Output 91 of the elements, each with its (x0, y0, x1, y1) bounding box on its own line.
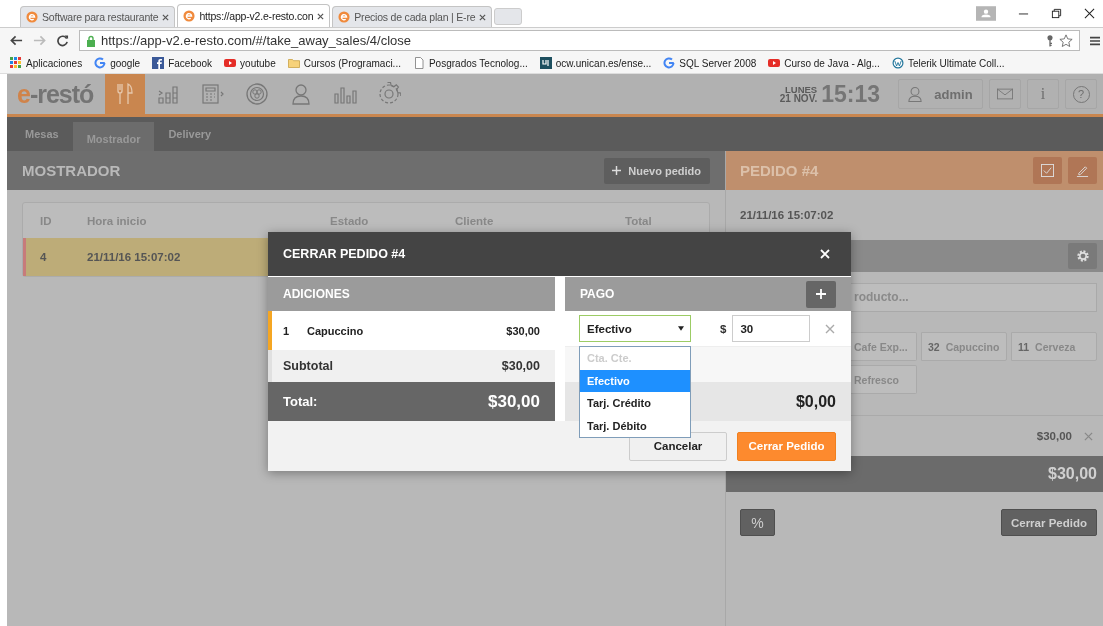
app-logo: e-restó (16, 79, 95, 109)
edit-button[interactable] (1068, 157, 1097, 184)
page-icon (412, 57, 425, 69)
close-icon[interactable] (317, 12, 325, 20)
item-name: Capuccino (307, 324, 365, 337)
close-order-button[interactable]: Cerrar Pedido (1000, 509, 1097, 536)
close-icon[interactable] (1084, 8, 1095, 19)
remove-icon[interactable] (825, 323, 836, 334)
browser-tab[interactable]: Software para restaurante (20, 6, 176, 27)
bookmark-link[interactable]: ocw.unican.es/ense... (539, 57, 652, 69)
address-field[interactable]: https://app-v2.e-resto.com/#/take_away_sales/4/close (79, 30, 1080, 51)
currency-label: $ (720, 322, 727, 335)
order-datetime: 21/11/16 15:07:02 (740, 209, 834, 221)
caret-icon (678, 326, 684, 331)
gear-icon (1075, 249, 1090, 263)
calculator-icon (201, 82, 226, 106)
settings-icon (377, 82, 402, 106)
date-label: 21 NOV. (779, 94, 818, 103)
envelope-icon (997, 88, 1013, 100)
e-logo-icon (183, 10, 196, 22)
new-order-button[interactable]: Nuevo pedido (604, 157, 710, 184)
url-text: https://app-v2.e-resto.com/#/take_away_sales/4/close (101, 33, 412, 48)
facebook-icon (152, 57, 165, 69)
panel-title: MOSTRADOR (22, 162, 121, 179)
checkbox-icon (1041, 164, 1054, 177)
bookmark-link[interactable]: youtube (224, 57, 276, 69)
restore-icon[interactable] (1051, 8, 1062, 19)
folder-icon (287, 57, 300, 69)
e-logo-icon (26, 11, 38, 23)
bookmark-link[interactable]: Telerik Ultimate Coll... (891, 57, 1005, 69)
bookmark-link[interactable]: Cursos (Programaci... (287, 57, 401, 69)
bookmark-link[interactable]: google (94, 57, 141, 69)
total-label: Total: (283, 394, 318, 409)
bookmark-link[interactable]: Curso de Java - Alg... (768, 57, 880, 69)
lock-icon (86, 34, 96, 47)
add-payment-button[interactable] (806, 280, 836, 308)
close-icon[interactable] (479, 13, 487, 21)
key-icon[interactable] (1046, 33, 1054, 48)
close-icon[interactable] (162, 13, 170, 21)
square-logo-icon (539, 57, 552, 69)
payment-method-select[interactable]: Efectivo (579, 315, 691, 342)
item-quantity: 1 (283, 324, 291, 337)
new-tab-button[interactable] (494, 8, 523, 25)
apps-grid-icon (10, 57, 22, 69)
amount-field[interactable]: 30 (732, 315, 811, 342)
discount-button[interactable]: % (740, 509, 775, 536)
nav-tab[interactable] (105, 74, 146, 114)
g-logo-icon (663, 57, 676, 69)
remove-icon[interactable] (1084, 431, 1093, 441)
settings-button[interactable] (1068, 243, 1097, 269)
subtotal-label: Subtotal (283, 359, 333, 373)
table-cell-text: 21/11/16 15:07:02 (86, 251, 181, 263)
play-icon (768, 57, 781, 69)
clock-time: 15:13 (821, 80, 880, 108)
dropdown-option[interactable]: Tarj. Crédito (580, 392, 690, 415)
profile-icon[interactable] (976, 6, 996, 21)
g-logo-icon (94, 57, 107, 69)
line-amount: $30,00 (1036, 430, 1072, 442)
play-icon (224, 57, 237, 69)
e-logo-icon (338, 11, 351, 23)
weekday-label: LUNES (784, 85, 818, 94)
section-title: PAGO (580, 287, 615, 301)
item-price: $30,00 (506, 324, 540, 337)
remaining-amount: $0,00 (795, 392, 836, 411)
person-icon (908, 86, 923, 102)
panel-title: PEDIDO #4 (740, 162, 820, 179)
total-value: $30,00 (488, 391, 540, 412)
section-title: ADICIONES (283, 287, 350, 301)
order-total: $30,00 (1048, 465, 1097, 483)
table-cell-text: 4 (39, 251, 48, 263)
bookmark-link[interactable]: SQL Server 2008 (663, 57, 757, 69)
forward-arrow-icon[interactable] (33, 34, 46, 47)
menu-icon[interactable] (1090, 34, 1100, 47)
pencil-icon (1076, 164, 1089, 177)
plus-icon (612, 166, 622, 175)
back-arrow-icon[interactable] (10, 34, 23, 47)
mail-button[interactable] (989, 79, 1021, 109)
reload-icon[interactable] (56, 34, 69, 47)
check-button[interactable] (1033, 157, 1062, 184)
dropdown-option[interactable]: Efectivo (580, 369, 690, 392)
w-logo-icon (891, 57, 904, 69)
dialog-title: CERRAR PEDIDO #4 (283, 247, 406, 261)
plus-icon (816, 289, 826, 299)
browser-tab[interactable]: Precios de cada plan | E-re (332, 6, 493, 27)
bookmark-link[interactable]: Posgrados Tecnolog... (412, 57, 528, 69)
bookmark-link[interactable]: Aplicaciones (10, 57, 83, 69)
browser-tab[interactable]: https://app-v2.e-resto.con (177, 4, 331, 27)
bookmark-link[interactable]: Facebook (152, 57, 213, 69)
subtotal-value: $30,00 (501, 359, 540, 373)
star-icon[interactable] (1059, 33, 1073, 48)
plate-icon (245, 82, 270, 106)
